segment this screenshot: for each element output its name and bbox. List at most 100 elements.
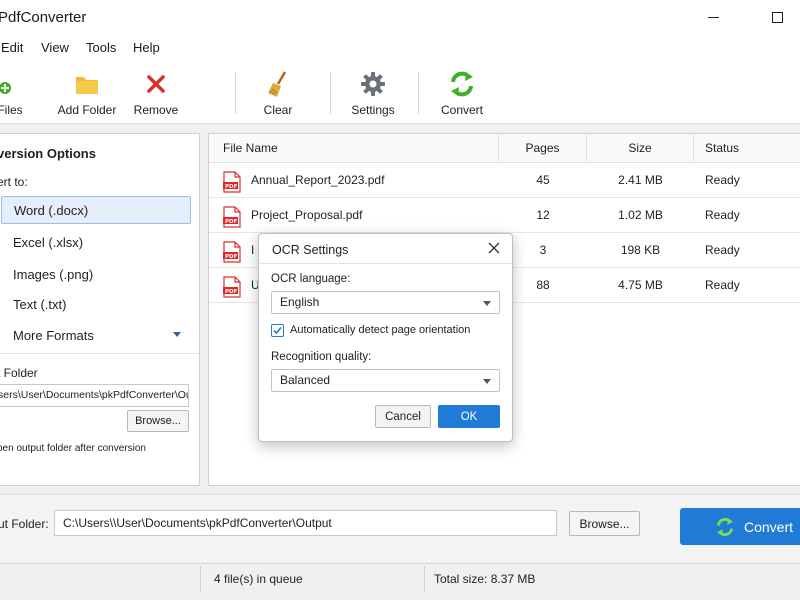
maximize-icon (771, 11, 783, 23)
status-cell: Ready (705, 173, 740, 187)
ocr-language-select[interactable]: English (271, 291, 500, 314)
ok-button[interactable]: OK (438, 405, 500, 428)
settings-label: Settings (351, 103, 395, 117)
format-option-images[interactable]: Images (.png) (1, 260, 191, 288)
status-cell: Ready (705, 243, 740, 257)
auto-detect-orientation-checkbox[interactable] (271, 324, 284, 337)
convert-button[interactable]: Convert (680, 508, 800, 545)
pdf-file-icon: PDF (223, 171, 241, 193)
close-icon (488, 242, 500, 254)
more-formats-dropdown[interactable]: More Formats (1, 321, 191, 349)
format-option-word[interactable]: Word (.docx) (1, 196, 191, 224)
remove-button[interactable]: Remove (134, 60, 178, 124)
format-option-text[interactable]: Text (.txt) (1, 290, 191, 318)
cancel-button[interactable]: Cancel (375, 405, 431, 428)
refresh-icon (716, 517, 734, 536)
convert-button-label: Convert (744, 518, 794, 535)
menu-view[interactable]: View (41, 40, 69, 55)
file-name-cell: Project_Proposal.pdf (251, 208, 363, 222)
status-separator (200, 566, 201, 592)
open-after-conversion-label[interactable]: pen output folder after conversion (0, 443, 146, 454)
convert-to-label: ert to: (0, 175, 28, 189)
chevron-down-icon (483, 379, 491, 384)
checkmark-icon (273, 326, 282, 335)
status-separator (424, 566, 425, 592)
svg-text:PDF: PDF (225, 184, 238, 190)
refresh-icon (447, 69, 477, 99)
menu-edit[interactable]: Edit (1, 40, 23, 55)
table-header: File Name Pages Size Status (209, 134, 800, 163)
browse-button-panel[interactable]: Browse... (127, 410, 189, 432)
pages-cell: 45 (536, 173, 550, 187)
ocr-language-label: OCR language: (271, 273, 351, 285)
output-bar: ut Folder: C:\Users\\User\Documents\pkPd… (0, 494, 800, 562)
add-files-icon (0, 69, 25, 99)
table-row[interactable]: PDF Project_Proposal.pdf 12 1.02 MB Ready (209, 198, 800, 233)
column-file-name[interactable]: File Name (209, 134, 499, 162)
gear-icon (358, 69, 388, 99)
column-pages[interactable]: Pages (499, 134, 587, 162)
ocr-language-value: English (280, 295, 320, 309)
status-cell: Ready (705, 208, 740, 222)
toolbar: Files Add Folder Remove Clear Settings C… (0, 60, 800, 124)
add-files-button[interactable]: Files (0, 60, 28, 124)
output-folder-field[interactable]: sers\User\Documents\pkPdfConverter\Outpu… (0, 384, 189, 407)
dialog-close-button[interactable] (486, 240, 502, 256)
chevron-down-icon (173, 332, 181, 337)
chevron-down-icon (483, 301, 491, 306)
status-cell: Ready (705, 278, 740, 292)
size-cell: 2.41 MB (618, 173, 663, 187)
file-name-cell: Annual_Report_2023.pdf (251, 173, 385, 187)
pages-cell: 12 (536, 208, 550, 222)
ocr-settings-dialog: OCR Settings OCR language: English Autom… (258, 233, 513, 442)
menu-tools[interactable]: Tools (86, 40, 116, 55)
convert-toolbar-label: Convert (440, 103, 484, 117)
status-bar: 4 file(s) in queue Total size: 8.37 MB (0, 563, 800, 593)
clear-button[interactable]: Clear (260, 60, 296, 124)
divider (0, 353, 199, 354)
remove-label: Remove (133, 103, 179, 117)
minimize-button[interactable] (690, 0, 736, 34)
clear-label: Clear (263, 103, 293, 117)
add-files-label: Files (0, 103, 23, 117)
browse-button[interactable]: Browse... (569, 511, 640, 536)
toolbar-separator (330, 72, 331, 114)
recognition-quality-select[interactable]: Balanced (271, 369, 500, 392)
pdf-file-icon: PDF (223, 276, 241, 298)
more-formats-label: More Formats (13, 327, 94, 343)
conversion-options-panel: version Options ert to: Word (.docx) Exc… (0, 133, 200, 486)
broom-icon (263, 69, 293, 99)
convert-toolbar-button[interactable]: Convert (440, 60, 484, 124)
menu-bar: Edit View Tools Help (0, 34, 800, 60)
pdf-file-icon: PDF (223, 206, 241, 228)
maximize-button[interactable] (754, 0, 800, 34)
svg-text:PDF: PDF (225, 219, 238, 225)
total-size-status: Total size: 8.37 MB (434, 572, 536, 586)
recognition-quality-value: Balanced (280, 373, 331, 387)
size-cell: 198 KB (620, 243, 661, 257)
minimize-icon (707, 16, 719, 18)
output-folder-label-bottom: ut Folder: (0, 517, 49, 531)
output-folder-input[interactable]: C:\Users\\User\Documents\pkPdfConverter\… (54, 510, 557, 536)
panel-title: version Options (0, 146, 96, 161)
size-cell: 4.75 MB (618, 278, 663, 292)
table-row[interactable]: PDF Annual_Report_2023.pdf 45 2.41 MB Ready (209, 163, 800, 198)
remove-x-icon (141, 69, 171, 99)
column-status[interactable]: Status (694, 134, 800, 162)
output-folder-label: t Folder (0, 366, 38, 380)
toolbar-separator (418, 72, 419, 114)
title-bar: PdfConverter (0, 0, 800, 34)
settings-button[interactable]: Settings (349, 60, 397, 124)
format-option-excel[interactable]: Excel (.xlsx) (1, 228, 191, 256)
menu-help[interactable]: Help (133, 40, 160, 55)
dialog-title: OCR Settings (272, 243, 349, 257)
auto-detect-orientation-label[interactable]: Automatically detect page orientation (290, 324, 470, 336)
svg-text:PDF: PDF (225, 254, 238, 260)
file-name-cell: I (251, 243, 255, 257)
app-title: PdfConverter (0, 9, 87, 26)
add-folder-button[interactable]: Add Folder (56, 60, 118, 124)
folder-icon (72, 69, 102, 99)
svg-text:PDF: PDF (225, 289, 238, 295)
recognition-quality-label: Recognition quality: (271, 351, 372, 363)
column-size[interactable]: Size (587, 134, 694, 162)
